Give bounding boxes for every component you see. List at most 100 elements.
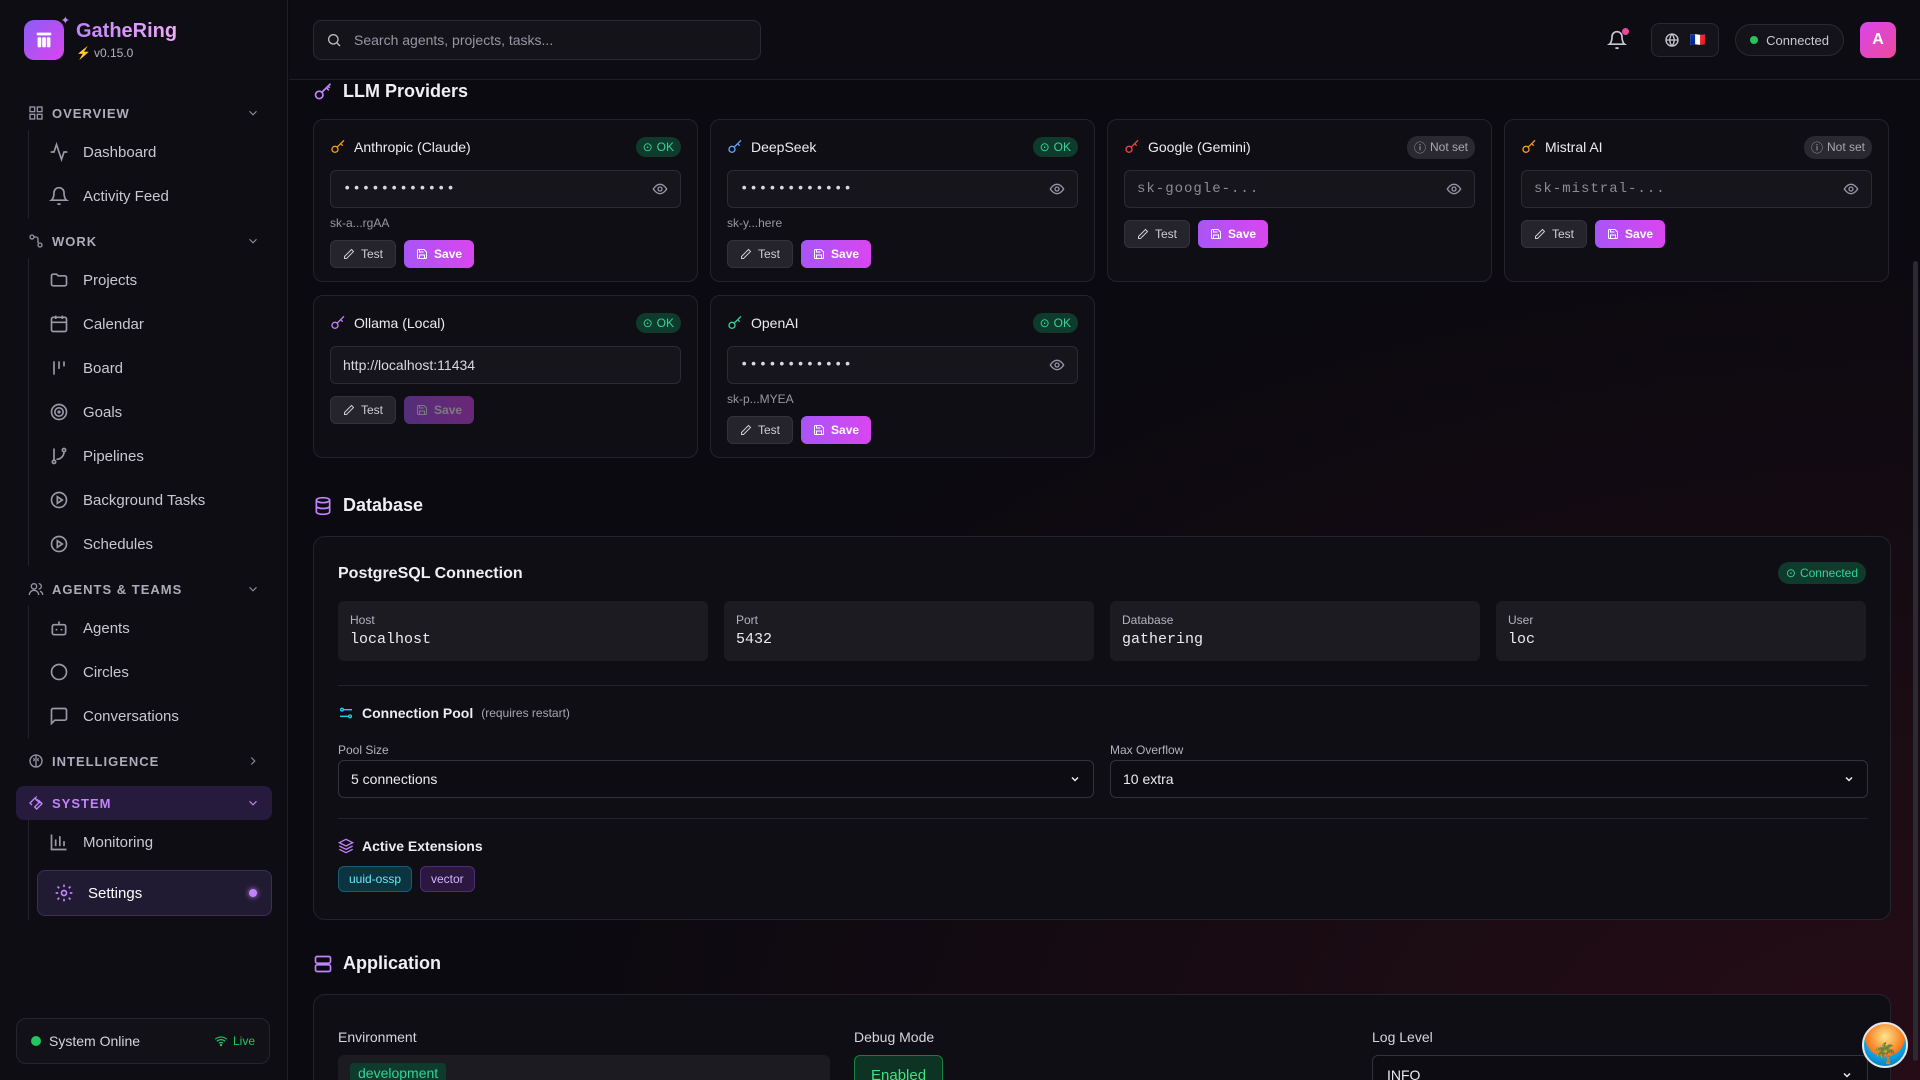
palm-tree-icon: 🌴	[1872, 1043, 1898, 1065]
sidebar-item-pipelines[interactable]: Pipelines	[29, 434, 272, 478]
sidebar-item-circles[interactable]: Circles	[29, 650, 272, 694]
key-icon	[331, 315, 345, 329]
sidebar-item-monitoring[interactable]: Monitoring	[29, 820, 272, 864]
sidebar-item-goals[interactable]: Goals	[29, 390, 272, 434]
debug-mode-toggle[interactable]: Enabled	[854, 1055, 944, 1080]
git-branch-icon	[51, 447, 67, 465]
database-field: Database gathering	[1110, 601, 1480, 661]
section-agents-teams[interactable]: AGENTS & TEAMS	[16, 572, 272, 606]
connection-status: Connected	[1735, 24, 1844, 56]
avatar[interactable]: A	[1860, 22, 1896, 58]
base-url-input[interactable]	[343, 357, 668, 373]
layers-icon	[338, 838, 354, 854]
sidebar-item-label: Activity Feed	[83, 187, 169, 205]
save-button[interactable]: Save	[1198, 220, 1269, 248]
search-box[interactable]	[313, 20, 761, 60]
work-items: Projects Calendar Board Goals Pipelines …	[28, 258, 272, 566]
log-level-select[interactable]: INFO	[1372, 1055, 1868, 1080]
save-icon	[1608, 229, 1619, 239]
api-key-input[interactable]	[1534, 181, 1835, 197]
test-button[interactable]: Test	[1124, 220, 1191, 248]
eye-icon[interactable]	[1049, 181, 1065, 197]
max-overflow-select[interactable]: 10 extra	[1110, 760, 1868, 798]
connection-label: Connected	[1766, 32, 1829, 48]
section-intelligence[interactable]: INTELLIGENCE	[16, 744, 272, 778]
sidebar-item-label: Conversations	[83, 707, 179, 725]
pool-size-select[interactable]: 5 connections	[338, 760, 1094, 798]
connection-pool-heading: Connection Pool (requires restart)	[338, 705, 570, 721]
api-key-input[interactable]	[740, 181, 1041, 197]
provider-card-anthropic: Anthropic (Claude) ⊙OK sk-a...rgAA TestSa…	[313, 119, 698, 282]
key-icon	[1522, 139, 1536, 153]
sidebar-item-agents[interactable]: Agents	[29, 606, 272, 650]
save-icon	[417, 405, 428, 415]
save-button[interactable]: Save	[1595, 220, 1666, 248]
save-button[interactable]: Save	[404, 240, 475, 268]
test-button[interactable]: Test	[330, 396, 397, 424]
bar-chart-icon	[50, 834, 67, 851]
sidebar-item-schedules[interactable]: Schedules	[29, 522, 272, 566]
calendar-icon	[50, 315, 68, 333]
sidebar-item-conversations[interactable]: Conversations	[29, 694, 272, 738]
sidebar-item-background-tasks[interactable]: Background Tasks	[29, 478, 272, 522]
sidebar-item-projects[interactable]: Projects	[29, 258, 272, 302]
section-overview[interactable]: OVERVIEW	[16, 96, 272, 130]
api-key-input[interactable]	[740, 357, 1041, 373]
sidebar-item-dashboard[interactable]: Dashboard	[29, 130, 272, 174]
notifications-button[interactable]	[1599, 22, 1635, 58]
section-work[interactable]: WORK	[16, 224, 272, 258]
subsection-title: Connection Pool	[362, 705, 474, 721]
field-value: localhost	[350, 631, 432, 648]
field-value: 5432	[736, 631, 773, 648]
chevron-down-icon	[1845, 776, 1853, 782]
extension-chip: uuid-ossp	[338, 866, 413, 892]
search-input[interactable]	[354, 32, 734, 48]
language-selector[interactable]: 🇫🇷	[1650, 23, 1720, 57]
chevron-right-icon	[250, 757, 256, 765]
section-system[interactable]: SYSTEM	[16, 786, 272, 820]
status-badge: ⊙ OK	[635, 313, 681, 333]
assistant-bubble-icon[interactable]: 🌴	[1862, 1022, 1908, 1068]
sidebar-item-board[interactable]: Board	[29, 346, 272, 390]
provider-card-ollama: Ollama (Local) ⊙OK TestSave	[313, 295, 698, 458]
test-button[interactable]: Test	[1521, 220, 1588, 248]
api-key-input[interactable]	[1137, 181, 1438, 197]
test-button[interactable]: Test	[727, 240, 794, 268]
key-icon	[728, 315, 742, 329]
sidebar-item-label: Circles	[83, 663, 129, 681]
api-key-field	[330, 170, 681, 208]
sliders-icon	[340, 707, 352, 719]
chevron-down-icon	[249, 586, 257, 592]
section-title: WORK	[52, 233, 98, 249]
eye-icon[interactable]	[1446, 181, 1462, 197]
api-key-input[interactable]	[343, 181, 644, 197]
key-hint: sk-y...here	[727, 216, 783, 230]
eye-icon[interactable]	[1843, 181, 1859, 197]
section-title: LLM Providers	[343, 81, 469, 101]
scrollbar[interactable]	[1913, 261, 1918, 1061]
test-button[interactable]: Test	[727, 416, 794, 444]
save-button[interactable]: Save	[404, 396, 475, 424]
kanban-icon	[53, 361, 65, 375]
pencil-icon	[1535, 228, 1546, 239]
provider-name: Anthropic (Claude)	[354, 139, 471, 155]
test-button[interactable]: Test	[330, 240, 397, 268]
status-badge: ⊙ OK	[1032, 313, 1078, 333]
brand[interactable]: ✦ GatheRing ⚡ v0.15.0	[24, 15, 177, 60]
sidebar-item-label: Monitoring	[83, 833, 154, 851]
activity-icon	[50, 142, 68, 162]
notification-dot	[1621, 28, 1629, 35]
field-label: Host	[350, 613, 375, 627]
save-icon	[417, 249, 428, 259]
save-button[interactable]: Save	[801, 416, 872, 444]
eye-icon[interactable]	[1049, 357, 1065, 373]
users-icon	[28, 583, 44, 596]
sidebar-item-activity-feed[interactable]: Activity Feed	[29, 174, 272, 218]
save-button[interactable]: Save	[801, 240, 872, 268]
provider-card-google: Google (Gemini) ⓘNot set TestSave	[1107, 119, 1492, 282]
environment-value: development	[350, 1063, 447, 1080]
sidebar-item-settings[interactable]: Settings	[37, 870, 272, 916]
key-icon	[314, 82, 332, 99]
eye-icon[interactable]	[652, 181, 668, 197]
sidebar-item-calendar[interactable]: Calendar	[29, 302, 272, 346]
